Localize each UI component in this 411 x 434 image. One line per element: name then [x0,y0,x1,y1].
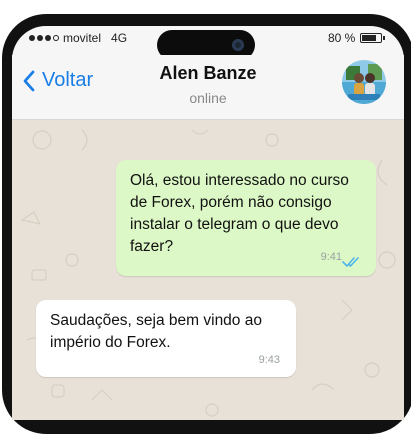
avatar[interactable] [342,60,386,104]
status-bar-right: 80 % [328,31,386,45]
chat-header: Voltar Alen Banze online [12,55,404,120]
double-check-icon [342,257,359,267]
battery-level-fill [362,35,377,41]
signal-strength-icon [29,35,59,41]
carrier-name: movitel [63,31,102,45]
message-text: Olá, estou interessado no curso de Forex… [130,172,349,255]
message-time: 9:43 [258,354,280,366]
message-time: 9:41 [320,251,342,263]
battery-percentage: 80 % [328,31,356,45]
battery-icon [360,33,386,43]
front-camera-icon [232,39,244,51]
contact-photo [342,60,386,104]
outgoing-message[interactable]: Olá, estou interessado no curso de Forex… [116,160,376,276]
message-text: Saudações, seja bem vindo ao império do … [50,312,262,351]
status-bar-left: movitel 4G [29,31,127,45]
incoming-message[interactable]: Saudações, seja bem vindo ao império do … [36,300,296,377]
network-type: 4G [111,31,128,45]
chat-area[interactable]: Olá, estou interessado no curso de Forex… [12,120,404,420]
